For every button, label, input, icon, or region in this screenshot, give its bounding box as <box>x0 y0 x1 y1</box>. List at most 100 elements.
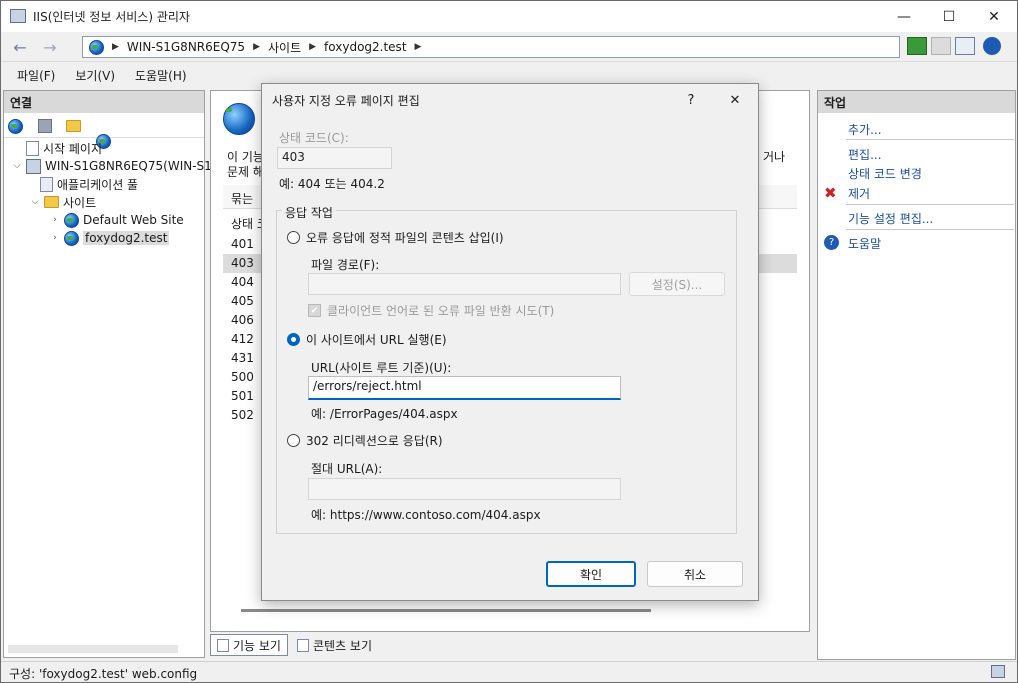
tab-label: 기능 보기 <box>233 638 281 653</box>
content-view-icon <box>296 638 309 652</box>
tree-item-label: 사이트 <box>63 195 97 210</box>
action-edit[interactable]: 편집... <box>848 146 882 163</box>
iis-app-icon <box>10 9 26 23</box>
try-client-language-checkbox[interactable]: ✔ 클라이언트 언어로 된 오류 파일 반환 시도(T) <box>308 302 554 319</box>
tree-item-label: 시작 페이지 <box>43 141 103 156</box>
save-icon[interactable] <box>38 119 52 133</box>
radio-selected-icon[interactable] <box>287 333 300 346</box>
divider <box>846 139 1014 140</box>
tree-item-default-web-site[interactable]: › Default Web Site <box>12 211 202 229</box>
globe-icon <box>89 39 104 55</box>
connections-header: 연결 <box>4 91 204 113</box>
checkbox-label: 클라이언트 언어로 된 오류 파일 반환 시도(T) <box>327 304 555 318</box>
tab-content-view[interactable]: 콘텐츠 보기 <box>290 634 379 656</box>
action-remove[interactable]: 제거 <box>848 185 870 202</box>
forward-button[interactable]: → <box>37 36 63 58</box>
url-label: URL(사이트 루트 기준)(U): <box>311 361 452 375</box>
absolute-url-example: 예: https://www.contoso.com/404.aspx <box>311 508 541 522</box>
connections-toolbar <box>4 114 204 149</box>
refresh-icon[interactable] <box>907 37 927 55</box>
server-icon <box>26 158 41 174</box>
file-path-field[interactable] <box>308 273 621 295</box>
tree-item-foxydog2[interactable]: › foxydog2.test <box>12 229 202 247</box>
dialog-close-button[interactable]: ✕ <box>720 88 750 112</box>
minimize-button[interactable]: — <box>881 1 927 32</box>
globe-icon <box>64 212 79 228</box>
features-view-icon <box>217 638 229 652</box>
feature-description-right: 거나 <box>763 150 786 164</box>
menu-file[interactable]: 파일(F) <box>17 67 55 84</box>
globe-icon <box>64 230 79 246</box>
status-text: 구성: 'foxydog2.test' web.config <box>9 667 198 681</box>
horizontal-scrollbar[interactable] <box>241 609 651 612</box>
back-button[interactable]: ← <box>7 36 33 58</box>
url-field[interactable]: /errors/reject.html <box>308 376 621 400</box>
dialog-help-button[interactable]: ? <box>676 88 706 112</box>
radio-icon[interactable] <box>287 231 300 244</box>
help-icon[interactable] <box>983 37 1001 55</box>
connect-icon[interactable] <box>8 119 23 134</box>
menu-help[interactable]: 도움말(H) <box>135 67 187 84</box>
iis-manager-window: IIS(인터넷 정보 서비스) 관리자 — ☐ ✕ ← → ▶ WIN-S1G8… <box>0 0 1018 683</box>
cancel-button[interactable]: 취소 <box>647 561 743 587</box>
home-icon[interactable] <box>955 37 975 55</box>
tree-item-label: WIN-S1G8NR6EQ75(WIN-S1 <box>45 159 212 173</box>
breadcrumb[interactable]: ▶ WIN-S1G8NR6EQ75 ▶ 사이트 ▶ foxydog2.test … <box>82 36 900 58</box>
action-help[interactable]: 도움말 <box>848 235 881 252</box>
action-edit-feature-settings[interactable]: 기능 설정 편집... <box>848 210 933 227</box>
chevron-down-icon[interactable]: ⌵ <box>30 197 40 207</box>
chevron-down-icon[interactable]: ⌵ <box>12 161 22 171</box>
radio-icon[interactable] <box>287 434 300 447</box>
radio-execute-url[interactable]: 이 사이트에서 URL 실행(E) <box>287 331 447 348</box>
sites-folder-icon <box>44 196 59 208</box>
chevron-right-icon: ▶ <box>414 42 422 52</box>
chevron-right-icon[interactable]: › <box>50 215 60 225</box>
action-add[interactable]: 추가... <box>848 121 882 138</box>
menu-view[interactable]: 보기(V) <box>75 67 115 84</box>
action-change-status-code[interactable]: 상태 코드 변경 <box>848 165 922 182</box>
absolute-url-field[interactable] <box>308 478 621 500</box>
breadcrumb-server[interactable]: WIN-S1G8NR6EQ75 <box>127 40 245 54</box>
chevron-right-icon: ▶ <box>309 42 317 52</box>
group-by-label: 묶는 <box>231 192 254 206</box>
checkbox-checked-icon[interactable]: ✔ <box>308 304 321 317</box>
settings-button[interactable]: 설정(S)... <box>629 272 725 296</box>
tree-item-server[interactable]: ⌵ WIN-S1G8NR6EQ75(WIN-S1 <box>12 157 212 175</box>
stop-icon[interactable] <box>931 37 951 55</box>
tree-item-app-pools[interactable]: 애플리케이션 풀 <box>12 175 202 193</box>
breadcrumb-site[interactable]: foxydog2.test <box>324 40 406 54</box>
tree-item-label: 애플리케이션 풀 <box>57 177 139 192</box>
status-code-field[interactable]: 403 <box>277 147 392 169</box>
tree-item-sites[interactable]: ⌵ 사이트 <box>12 193 202 211</box>
radio-redirect-302[interactable]: 302 리디렉션으로 응답(R) <box>287 432 443 449</box>
ok-button[interactable]: 확인 <box>546 561 636 587</box>
tab-features-view[interactable]: 기능 보기 <box>210 634 288 656</box>
radio-label: 302 리디렉션으로 응답(R) <box>306 434 443 448</box>
response-action-title: 응답 작업 <box>282 204 336 221</box>
status-bar: 구성: 'foxydog2.test' web.config <box>1 661 1017 682</box>
connections-tree: 시작 페이지 ⌵ WIN-S1G8NR6EQ75(WIN-S1 애플리케이션 풀… <box>12 139 212 247</box>
status-code-example: 예: 404 또는 404.2 <box>279 177 385 191</box>
file-path-label: 파일 경로(F): <box>311 258 380 272</box>
absolute-url-label: 절대 URL(A): <box>311 462 383 476</box>
start-page-icon <box>26 140 39 156</box>
actions-pane: 작업 추가... 편집... 상태 코드 변경 ✖ 제거 기능 설정 편집...… <box>817 90 1016 660</box>
up-folder-icon[interactable] <box>66 120 81 132</box>
title-bar: IIS(인터넷 정보 서비스) 관리자 — ☐ ✕ <box>1 1 1017 32</box>
close-button[interactable]: ✕ <box>971 1 1017 32</box>
help-icon: ? <box>824 235 839 250</box>
tree-item-label: foxydog2.test <box>83 231 170 245</box>
divider <box>846 204 1014 205</box>
feature-description-2: 문제 해 <box>227 165 264 179</box>
app-pools-icon <box>40 176 53 192</box>
window-title: IIS(인터넷 정보 서비스) 관리자 <box>33 10 190 24</box>
divider <box>846 229 1014 230</box>
chevron-right-icon[interactable]: › <box>50 233 60 243</box>
tree-item-start-page[interactable]: 시작 페이지 <box>12 139 202 157</box>
radio-label: 오류 응답에 정적 파일의 콘텐츠 삽입(I) <box>306 231 504 245</box>
connections-pane: 연결 시작 페이지 ⌵ WIN-S1G8NR6EQ75(WIN-S1 애플리케이… <box>3 90 212 658</box>
breadcrumb-sites[interactable]: 사이트 <box>268 39 301 56</box>
maximize-button[interactable]: ☐ <box>926 1 972 32</box>
horizontal-scrollbar[interactable] <box>8 645 178 653</box>
radio-insert-static-file[interactable]: 오류 응답에 정적 파일의 콘텐츠 삽입(I) <box>287 229 504 246</box>
